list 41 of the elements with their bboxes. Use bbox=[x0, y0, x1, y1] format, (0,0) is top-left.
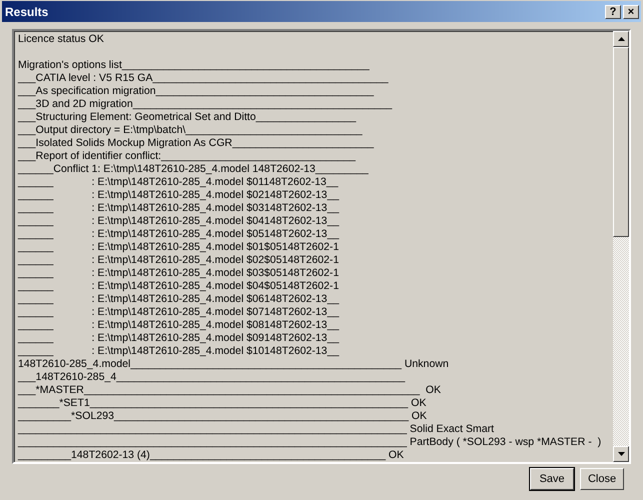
window-title: Results bbox=[5, 4, 48, 18]
log-line: ______ : E:\tmp\148T2610-285_4.model $02$05148T2602-1 bbox=[18, 254, 340, 267]
log-line: _________148T2602-13 (4)________________________________________ OK bbox=[18, 449, 405, 462]
log-line: ______ : E:\tmp\148T2610-285_4.model $01$05148T2602-1 bbox=[18, 241, 340, 254]
close-button[interactable]: × bbox=[623, 4, 639, 18]
scrollbar[interactable] bbox=[613, 31, 629, 462]
log-line: ______ : E:\tmp\148T2610-285_4.model $02148T2602-13__ bbox=[18, 189, 340, 202]
log-line: ______ : E:\tmp\148T2610-285_4.model $05148T2602-13__ bbox=[18, 228, 340, 241]
log-line: ______ : E:\tmp\148T2610-285_4.model $09148T2602-13__ bbox=[18, 332, 340, 345]
log-line: ______ : E:\tmp\148T2610-285_4.model $06148T2602-13__ bbox=[18, 293, 340, 306]
log-line: ______ : E:\tmp\148T2610-285_4.model $08148T2602-13__ bbox=[18, 319, 340, 332]
log-line: Migration's options list__________________________________________ bbox=[18, 59, 370, 72]
log-line: ______ : E:\tmp\148T2610-285_4.model $01148T2602-13__ bbox=[18, 176, 340, 189]
log-line: ___CATIA level : V5 R15 GA________________________________________ bbox=[18, 72, 390, 85]
log-line: ______ : E:\tmp\148T2610-285_4.model $03148T2602-13__ bbox=[18, 202, 340, 215]
help-button[interactable]: ? bbox=[605, 4, 621, 18]
log-line: 148T2610-285_4.model______________________________________________ Unknown bbox=[18, 358, 450, 371]
log-line: _________*SOL293__________________________________________________ OK bbox=[18, 410, 428, 423]
log-line: ___Output directory = E:\tmp\batch\______________________________ bbox=[18, 124, 364, 137]
log-line: ___Structuring Element: Geometrical Set and Ditto_________________ bbox=[18, 111, 358, 124]
licence-status: Licence status OK bbox=[18, 33, 105, 46]
log-line: ___Isolated Solids Mockup Migration As CGR________________________ bbox=[18, 137, 375, 150]
log-line: __________________________________________________________________ Solid Exact Smart bbox=[18, 423, 495, 436]
log-line: ______Conflict 1: E:\tmp\148T2610-285_4.model 148T2602-13_________ bbox=[18, 163, 370, 176]
log-line: ______ : E:\tmp\148T2610-285_4.model $07148T2602-13__ bbox=[18, 306, 340, 319]
scroll-down-icon[interactable] bbox=[613, 446, 629, 462]
log-line: ___*MASTER_________________________________________________________ OK bbox=[18, 384, 442, 397]
log-line: ___As specification migration_____________________________________ bbox=[18, 85, 375, 98]
log-line: ______ : E:\tmp\148T2610-285_4.model $04148T2602-13__ bbox=[18, 215, 340, 228]
save-button[interactable]: Save bbox=[530, 468, 574, 490]
log-line: __________________________________________________________________ PartBody ( *SOL293 - wsp *MASTER - ) bbox=[18, 436, 602, 449]
log-line: ______ : E:\tmp\148T2610-285_4.model $04$05148T2602-1 bbox=[18, 280, 340, 293]
log-line: ___Report of identifier conflict:_________________________________ bbox=[18, 150, 357, 163]
scroll-up-icon[interactable] bbox=[613, 31, 629, 47]
log-line: _______*SET1______________________________________________________ OK bbox=[18, 397, 428, 410]
log-line: ______ : E:\tmp\148T2610-285_4.model $10148T2602-13__ bbox=[18, 345, 340, 358]
log-line: ___3D and 2D migration____________________________________________ bbox=[18, 98, 394, 111]
scroll-thumb[interactable] bbox=[613, 47, 629, 237]
log-line: ______ : E:\tmp\148T2610-285_4.model $03$05148T2602-1 bbox=[18, 267, 340, 280]
log-line: ___148T2610-285_4_________________________________________________ bbox=[18, 371, 406, 384]
close-dialog-button[interactable]: Close bbox=[580, 468, 624, 490]
